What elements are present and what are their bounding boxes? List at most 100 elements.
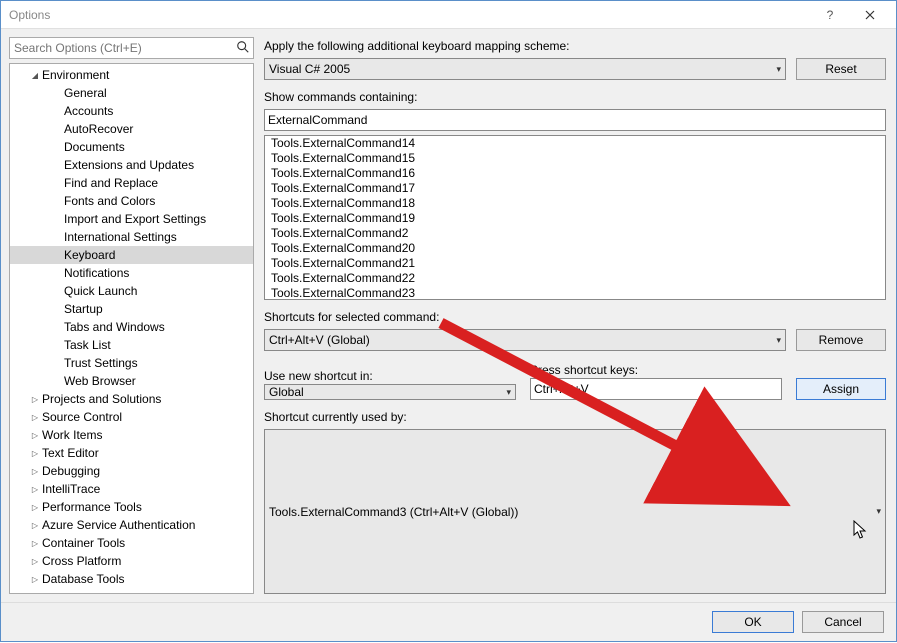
tree-item-label: Import and Export Settings (64, 212, 206, 226)
tree-item[interactable]: ▷Text Editor (10, 444, 253, 462)
tree-item-label: General (64, 86, 107, 100)
used-by-dropdown[interactable]: Tools.ExternalCommand3 (Ctrl+Alt+V (Glob… (264, 429, 886, 594)
tree-item-label: Projects and Solutions (42, 392, 161, 406)
list-item[interactable]: Tools.ExternalCommand14 (265, 136, 885, 151)
current-shortcut-value: Ctrl+Alt+V (Global) (269, 333, 370, 347)
close-button[interactable] (850, 4, 890, 26)
chevron-down-icon: ◢ (28, 71, 42, 80)
tree-item[interactable]: ▷Source Control (10, 408, 253, 426)
tree-item[interactable]: ▷Performance Tools (10, 498, 253, 516)
commands-listbox[interactable]: Tools.ExternalCommand14Tools.ExternalCom… (264, 135, 886, 300)
tree-item-label: Find and Replace (64, 176, 158, 190)
press-keys-input[interactable] (530, 378, 782, 400)
chevron-down-icon: ▾ (506, 387, 511, 398)
tree-item[interactable]: ▷Azure Service Authentication (10, 516, 253, 534)
tree-item[interactable]: Tabs and Windows (10, 318, 253, 336)
tree-item-label: Documents (64, 140, 125, 154)
tree-item[interactable]: Quick Launch (10, 282, 253, 300)
ok-button[interactable]: OK (712, 611, 794, 633)
chevron-right-icon: ▷ (28, 413, 42, 422)
chevron-right-icon: ▷ (28, 539, 42, 548)
use-in-dropdown[interactable]: Global ▾ (264, 384, 516, 400)
tree-item[interactable]: Extensions and Updates (10, 156, 253, 174)
cancel-button[interactable]: Cancel (802, 611, 884, 633)
help-button[interactable]: ? (810, 4, 850, 26)
tree-item[interactable]: ▷Debugging (10, 462, 253, 480)
chevron-right-icon: ▷ (28, 485, 42, 494)
tree-item-label: Tabs and Windows (64, 320, 165, 334)
tree-item[interactable]: Task List (10, 336, 253, 354)
used-by-label: Shortcut currently used by: (264, 410, 886, 424)
tree-item-label: Database Tools (42, 572, 125, 586)
search-input[interactable] (9, 37, 254, 59)
current-shortcut-dropdown[interactable]: Ctrl+Alt+V (Global) ▾ (264, 329, 786, 351)
used-by-value: Tools.ExternalCommand3 (Ctrl+Alt+V (Glob… (269, 505, 518, 519)
tree-item[interactable]: ▷Container Tools (10, 534, 253, 552)
list-item[interactable]: Tools.ExternalCommand19 (265, 211, 885, 226)
mapping-label: Apply the following additional keyboard … (264, 39, 886, 53)
tree-item-label: Cross Platform (42, 554, 121, 568)
tree-item[interactable]: Keyboard (10, 246, 253, 264)
mapping-scheme-dropdown[interactable]: Visual C# 2005 ▾ (264, 58, 786, 80)
tree-item[interactable]: Import and Export Settings (10, 210, 253, 228)
remove-button[interactable]: Remove (796, 329, 886, 351)
show-commands-input[interactable] (264, 109, 886, 131)
tree-item[interactable]: ▷Work Items (10, 426, 253, 444)
chevron-right-icon: ▷ (28, 575, 42, 584)
list-item[interactable]: Tools.ExternalCommand22 (265, 271, 885, 286)
assign-button[interactable]: Assign (796, 378, 886, 400)
reset-button[interactable]: Reset (796, 58, 886, 80)
tree-item-label: Azure Service Authentication (42, 518, 195, 532)
tree-item-label: AutoRecover (64, 122, 133, 136)
press-keys-label: Press shortcut keys: (530, 363, 782, 377)
tree-item[interactable]: ▷Cross Platform (10, 552, 253, 570)
category-tree[interactable]: ◢Environment General Accounts AutoRecover Do… (9, 63, 254, 594)
tree-item-label: Notifications (64, 266, 129, 280)
list-item[interactable]: Tools.ExternalCommand18 (265, 196, 885, 211)
tree-item-label: Keyboard (64, 248, 115, 262)
tree-item[interactable]: General (10, 84, 253, 102)
dialog-footer: OK Cancel (1, 602, 896, 641)
tree-item[interactable]: Find and Replace (10, 174, 253, 192)
tree-item-label: Work Items (42, 428, 102, 442)
tree-item[interactable]: AutoRecover (10, 120, 253, 138)
tree-item[interactable]: Notifications (10, 264, 253, 282)
tree-item-label: Task List (64, 338, 111, 352)
window-title: Options (9, 8, 810, 22)
tree-item[interactable]: ▷IntelliTrace (10, 480, 253, 498)
tree-item-label: Source Control (42, 410, 122, 424)
tree-item[interactable]: International Settings (10, 228, 253, 246)
list-item[interactable]: Tools.ExternalCommand2 (265, 226, 885, 241)
tree-item[interactable]: Trust Settings (10, 354, 253, 372)
list-item[interactable]: Tools.ExternalCommand23 (265, 286, 885, 300)
list-item[interactable]: Tools.ExternalCommand17 (265, 181, 885, 196)
chevron-right-icon: ▷ (28, 431, 42, 440)
tree-item-label: Text Editor (42, 446, 99, 460)
tree-item[interactable]: ◢Environment (10, 66, 253, 84)
titlebar: Options ? (1, 1, 896, 29)
tree-item-label: Environment (42, 68, 109, 82)
tree-item[interactable]: Web Browser (10, 372, 253, 390)
list-item[interactable]: Tools.ExternalCommand20 (265, 241, 885, 256)
use-in-label: Use new shortcut in: (264, 369, 516, 383)
chevron-right-icon: ▷ (28, 503, 42, 512)
list-item[interactable]: Tools.ExternalCommand16 (265, 166, 885, 181)
tree-item-label: Web Browser (64, 374, 136, 388)
tree-item-label: Extensions and Updates (64, 158, 194, 172)
tree-item[interactable]: ▷Projects and Solutions (10, 390, 253, 408)
tree-item-label: Quick Launch (64, 284, 137, 298)
mapping-scheme-value: Visual C# 2005 (269, 62, 350, 76)
tree-item[interactable]: Fonts and Colors (10, 192, 253, 210)
tree-item[interactable]: Accounts (10, 102, 253, 120)
list-item[interactable]: Tools.ExternalCommand21 (265, 256, 885, 271)
tree-item[interactable]: Documents (10, 138, 253, 156)
tree-item-label: Debugging (42, 464, 100, 478)
tree-item[interactable]: Startup (10, 300, 253, 318)
options-dialog: Options ? ◢Environment General Accounts Aut… (0, 0, 897, 642)
chevron-right-icon: ▷ (28, 395, 42, 404)
tree-item-label: Fonts and Colors (64, 194, 155, 208)
tree-item-label: Trust Settings (64, 356, 138, 370)
list-item[interactable]: Tools.ExternalCommand15 (265, 151, 885, 166)
tree-item[interactable]: ▷Database Tools (10, 570, 253, 588)
chevron-right-icon: ▷ (28, 557, 42, 566)
